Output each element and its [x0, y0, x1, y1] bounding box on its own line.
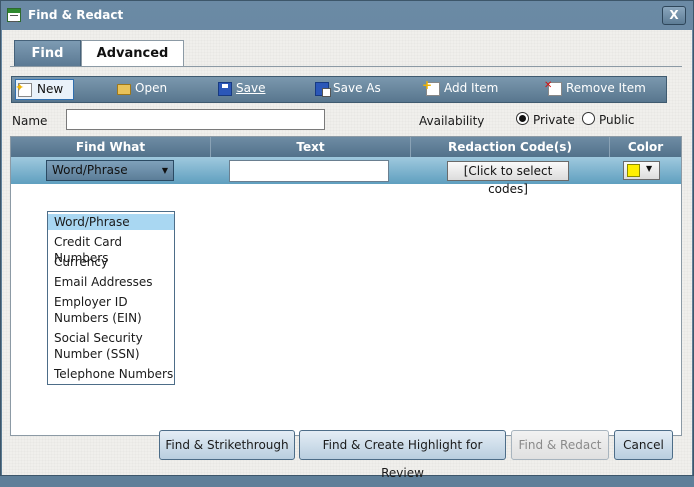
save-button-label: Save: [236, 81, 266, 95]
add-item-button-label: Add Item: [444, 81, 499, 95]
tab-advanced[interactable]: Advanced: [81, 40, 184, 67]
cancel-button[interactable]: Cancel: [614, 430, 673, 460]
dialog-body: Find Advanced New Open Save Save As A: [2, 30, 692, 480]
dropdown-item-word-phrase[interactable]: Word/Phrase: [48, 214, 174, 230]
dropdown-item-currency[interactable]: Currency: [48, 254, 174, 270]
find-what-combo[interactable]: Word/Phrase ▼: [46, 160, 174, 181]
save-as-button-label: Save As: [333, 81, 381, 95]
add-item-icon: [422, 76, 440, 96]
column-header-text[interactable]: Text: [211, 137, 411, 157]
folder-open-icon: [117, 84, 131, 95]
table-row[interactable]: Word/Phrase ▼ [Click to select codes] ▼: [11, 157, 681, 196]
floppy-disk-icon: [218, 82, 232, 96]
find-highlight-button[interactable]: Find & Create Highlight for Review: [299, 430, 506, 480]
availability-label: Availability: [419, 114, 485, 128]
new-button[interactable]: New: [15, 78, 74, 100]
tab-find[interactable]: Find: [14, 40, 81, 67]
public-radio[interactable]: [582, 112, 595, 125]
column-header-color[interactable]: Color: [610, 137, 681, 157]
remove-item-button[interactable]: Remove Item: [544, 76, 646, 100]
public-radio-label[interactable]: Public: [599, 113, 635, 127]
chevron-down-icon: ▼: [161, 166, 168, 175]
add-item-button[interactable]: Add Item: [422, 76, 499, 100]
dropdown-item-email-addresses[interactable]: Email Addresses: [48, 274, 174, 290]
column-header-find-what[interactable]: Find What: [11, 137, 211, 157]
window-title: Find & Redact: [28, 8, 124, 22]
color-picker[interactable]: ▼: [623, 161, 660, 180]
find-redact-button[interactable]: Find & Redact: [511, 430, 609, 460]
remove-item-button-label: Remove Item: [566, 81, 646, 95]
close-button[interactable]: X: [662, 6, 686, 25]
chevron-down-icon: ▼: [646, 164, 653, 173]
toolbar: New Open Save Save As Add Item Remove It…: [11, 76, 667, 103]
grid-header: Find What Text Redaction Code(s) Color: [11, 137, 681, 157]
select-codes-button[interactable]: [Click to select codes]: [447, 161, 569, 196]
find-what-dropdown-list: Word/Phrase Credit Card Numbers Currency…: [47, 211, 175, 385]
name-label: Name: [12, 114, 48, 128]
column-header-redaction-codes[interactable]: Redaction Code(s): [411, 137, 610, 157]
find-what-value: Word/Phrase: [52, 163, 128, 177]
dropdown-item-employer-id-line2[interactable]: Numbers (EIN): [48, 310, 174, 326]
private-radio-label[interactable]: Private: [533, 113, 575, 127]
app-icon: [7, 8, 21, 22]
find-strikethrough-button[interactable]: Find & Strikethrough: [159, 430, 295, 460]
save-button[interactable]: Save: [216, 79, 265, 100]
text-input[interactable]: [229, 160, 389, 182]
open-button[interactable]: Open: [115, 79, 167, 100]
new-button-label: New: [37, 82, 64, 96]
dropdown-item-ssn-line1[interactable]: Social Security: [48, 330, 174, 346]
color-swatch: [627, 164, 640, 177]
dropdown-item-telephone-numbers[interactable]: Telephone Numbers: [48, 366, 174, 382]
tab-panel-border: [10, 66, 682, 67]
save-as-button[interactable]: Save As: [313, 79, 381, 100]
new-document-icon: [15, 78, 32, 97]
private-radio[interactable]: [516, 112, 529, 125]
dropdown-item-ssn-line2[interactable]: Number (SSN): [48, 346, 174, 362]
name-input[interactable]: [66, 109, 325, 130]
remove-item-icon: [544, 76, 562, 96]
title-bar[interactable]: Find & Redact X: [1, 1, 693, 30]
save-as-icon: [315, 82, 331, 97]
open-button-label: Open: [135, 81, 168, 95]
find-redact-window: Find & Redact X Find Advanced New Open S…: [0, 0, 694, 480]
dropdown-item-employer-id-line1[interactable]: Employer ID: [48, 294, 174, 310]
